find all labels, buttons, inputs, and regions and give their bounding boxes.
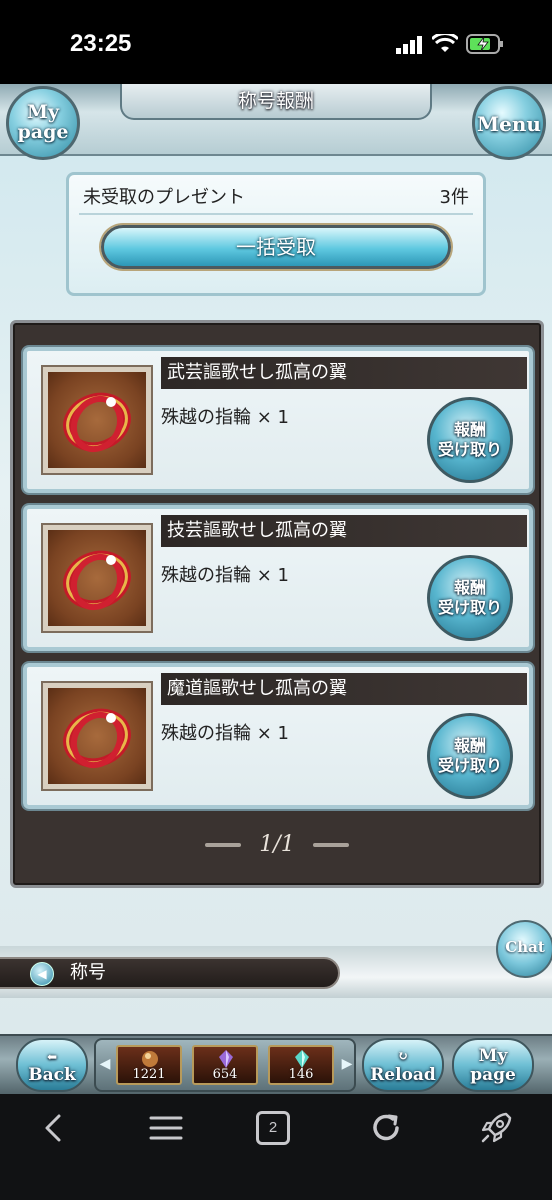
item-slot[interactable]: 1221 [116,1045,182,1085]
claim-label-line1: 報酬 [453,736,486,755]
orb-icon [142,1051,158,1067]
back-label: Back [28,1065,76,1085]
present-count: 3件 [439,187,469,208]
bottom-nav: ⬅ Back ◀ 1221 654 146 ▶ ↻ Reload My page [0,1034,552,1094]
reward-list-panel: 武芸謳歌せし孤高の翼 殊越の指輪 × 1 報酬 受け取り 技芸謳歌せし孤高の翼 [10,320,544,888]
ring-item-thumbnail [41,523,153,633]
refresh-icon[interactable] [366,1108,406,1148]
bulk-receive-button[interactable]: 一括受取 [101,225,451,269]
back-icon[interactable] [34,1108,74,1148]
item-count: 1221 [132,1067,166,1082]
reward-title: 技芸謳歌せし孤高の翼 [161,515,527,547]
reward-item: 殊越の指輪 × 1 [161,565,289,586]
reward-title: 魔道謳歌せし孤高の翼 [161,673,527,705]
claim-label-line1: 報酬 [453,578,486,597]
reward-card: 魔道謳歌せし孤高の翼 殊越の指輪 × 1 報酬 受け取り [23,663,533,809]
browser-toolbar: 2 [0,1094,552,1200]
reward-card: 武芸謳歌せし孤高の翼 殊越の指輪 × 1 報酬 受け取り [23,347,533,493]
mypage-label-line1: My [26,101,60,123]
claim-label-line2: 受け取り [437,440,502,459]
present-label: 未受取のプレゼント [83,187,245,208]
cyan-crystal-icon [295,1050,309,1068]
mypage-bottom-button[interactable]: My page [452,1038,534,1092]
present-summary: 未受取のプレゼント 3件 一括受取 [66,172,486,296]
reload-icon: ↻ [397,1049,409,1064]
reward-item: 殊越の指輪 × 1 [161,723,289,744]
reload-label: Reload [370,1065,436,1085]
crystal-icon [219,1050,233,1068]
cell-signal-icon [396,36,422,54]
ring-item-thumbnail [41,681,153,791]
breadcrumb[interactable]: ◀ 称号 [0,957,340,989]
back-arrow-icon: ⬅ [46,1050,58,1064]
battery-charging-icon [466,34,503,54]
claim-reward-button[interactable]: 報酬 受け取り [427,397,513,483]
tabs-button[interactable]: 2 [256,1111,290,1145]
status-bar: 23:25 [0,0,552,84]
item-slot[interactable]: 146 [268,1045,334,1085]
reload-button[interactable]: ↻ Reload [362,1038,444,1092]
wifi-icon [432,34,458,52]
next-page-ornament[interactable] [312,843,349,847]
menu-button[interactable]: Menu [472,86,546,160]
ring-icon [63,392,131,453]
back-arrow-icon[interactable]: ◀ [30,962,54,986]
chat-button[interactable]: Chat [496,920,552,978]
items-prev-icon[interactable]: ◀ [98,1056,112,1078]
mypage-bottom-line1: My [478,1046,508,1066]
reward-card: 技芸謳歌せし孤高の翼 殊越の指輪 × 1 報酬 受け取り [23,505,533,651]
mypage-bottom-line2: page [470,1065,516,1085]
page-indicator: 1/1 [259,832,295,857]
reward-item: 殊越の指輪 × 1 [161,407,289,428]
mypage-top-button[interactable]: My page [6,86,80,160]
item-count: 654 [212,1067,238,1082]
top-bar: 称号報酬 My page Menu [0,84,552,160]
prev-page-ornament[interactable] [205,843,242,847]
ring-item-thumbnail [41,365,153,475]
item-count: 146 [288,1067,314,1082]
claim-reward-button[interactable]: 報酬 受け取り [427,555,513,641]
mypage-label-line2: page [17,121,69,143]
back-button[interactable]: ⬅ Back [16,1038,88,1092]
claim-label-line2: 受け取り [437,756,502,775]
item-slot[interactable]: 654 [192,1045,258,1085]
game-view: 称号報酬 My page Menu 未受取のプレゼント 3件 一括受取 武芸謳歌… [0,84,552,1094]
breadcrumb-label: 称号 [70,962,106,983]
rocket-icon[interactable] [476,1108,516,1148]
ring-icon [63,708,131,769]
divider [79,213,473,215]
item-shortcut-bar: ◀ 1221 654 146 ▶ [94,1038,356,1092]
status-time: 23:25 [70,30,132,57]
claim-label-line1: 報酬 [453,420,486,439]
claim-label-line2: 受け取り [437,598,502,617]
reward-title: 武芸謳歌せし孤高の翼 [161,357,527,389]
page-title: 称号報酬 [120,84,432,120]
claim-reward-button[interactable]: 報酬 受け取り [427,713,513,799]
pagination: 1/1 [13,823,541,867]
items-next-icon[interactable]: ▶ [340,1056,354,1078]
ring-icon [63,550,131,611]
menu-lines-icon[interactable] [146,1108,186,1148]
